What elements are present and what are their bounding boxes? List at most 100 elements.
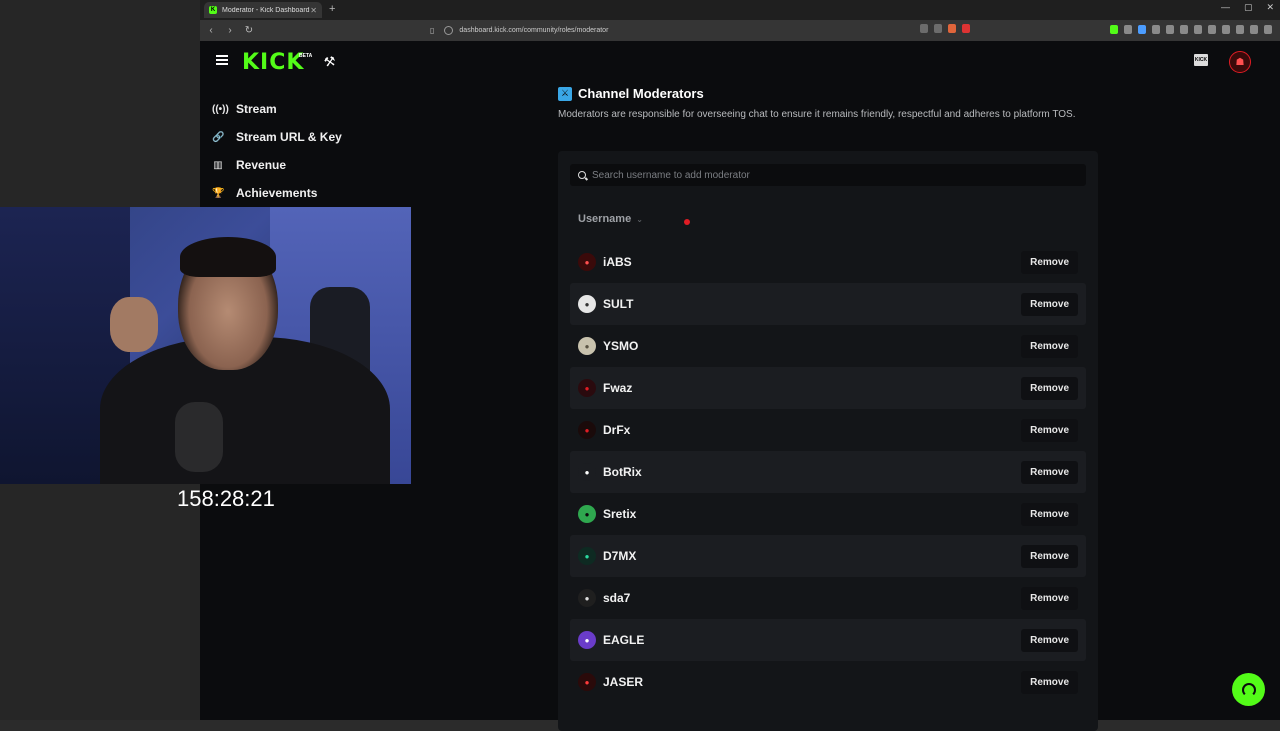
extension-icon[interactable] [1166,25,1174,34]
moderator-username[interactable]: D7MX [603,549,1021,563]
moderator-username[interactable]: BotRix [603,465,1021,479]
page-description: Moderators are responsible for overseein… [558,109,1076,120]
hammer-icon[interactable]: ⚒ [323,53,337,71]
remove-button[interactable]: Remove [1021,460,1078,484]
avatar[interactable]: ● [578,631,596,649]
table-row: ● sda7 Remove [570,577,1086,619]
moderator-username[interactable]: iABS [603,255,1021,269]
avatar[interactable]: ● [578,421,596,439]
table-row: ● YSMO Remove [570,325,1086,367]
moderators-panel: Username ⌄ ●iABSRemove●SULTRemove●YSMORe… [558,151,1098,731]
extension-icon[interactable] [1236,25,1244,34]
site-info-icon[interactable] [444,26,454,35]
sidebar-item-label: Stream URL & Key [236,130,342,144]
sidebar-item-revenue[interactable]: ▥ Revenue [212,151,392,179]
avatar[interactable]: ● [578,673,596,691]
forward-icon[interactable]: › [225,25,235,36]
url-text: dashboard.kick.com/community/roles/moder… [459,27,609,34]
table-row: ● iABS Remove [570,241,1086,283]
search-box[interactable] [570,164,1086,186]
bookmark-icon[interactable]: ▯ [430,26,434,35]
user-avatar[interactable]: ☗ [1229,51,1251,73]
moderator-sword-icon: ⚔ [558,86,572,101]
moderator-username[interactable]: Sretix [603,507,1021,521]
search-icon [578,171,586,179]
sidebar-item-achievements[interactable]: 🏆 Achievements [212,179,392,207]
avatar[interactable]: ● [578,337,596,355]
extension-icon[interactable] [1110,25,1118,34]
page-title-text: Channel Moderators [578,86,704,101]
extension-icon[interactable] [1180,25,1188,34]
remove-button[interactable]: Remove [1021,292,1078,316]
tab-title: Moderator - Kick Dashboard [222,6,310,14]
new-tab-button[interactable]: + [329,3,335,15]
top-navigation: KICK BETA ⚒ KICK ☗ [200,41,1280,85]
avatar[interactable]: ● [578,589,596,607]
back-icon[interactable]: ‹ [206,25,216,36]
extension-icon[interactable] [1124,25,1132,34]
moderator-username[interactable]: EAGLE [603,633,1021,647]
beta-badge: BETA [299,53,313,59]
remove-button[interactable]: Remove [1021,376,1078,400]
minimize-icon[interactable]: — [1221,2,1230,13]
maximize-icon[interactable]: ▢ [1244,2,1253,13]
kick-badge-icon[interactable]: KICK [1194,54,1208,66]
help-chat-button[interactable] [1232,673,1265,706]
sidebar: ((•)) Stream 🔗 Stream URL & Key ▥ Revenu… [212,95,392,207]
remove-button[interactable]: Remove [1021,334,1078,358]
moderator-username[interactable]: YSMO [603,339,1021,353]
avatar[interactable]: ● [578,253,596,271]
sidebar-item-stream-url-key[interactable]: 🔗 Stream URL & Key [212,123,392,151]
brave-shield-icon[interactable] [948,24,956,33]
page-title: ⚔ Channel Moderators [558,86,1098,101]
remove-button[interactable]: Remove [1021,250,1078,274]
remove-button[interactable]: Remove [1021,586,1078,610]
reload-icon[interactable]: ↻ [244,25,254,36]
extension-icon[interactable] [1152,25,1160,34]
broadcast-icon: ((•)) [212,103,229,115]
extension-icon[interactable] [1138,25,1146,34]
rewards-icon[interactable] [962,24,970,33]
sidebar-item-stream[interactable]: ((•)) Stream [212,95,392,123]
remove-button[interactable]: Remove [1021,544,1078,568]
moderator-username[interactable]: Fwaz [603,381,1021,395]
avatar[interactable]: ● [578,295,596,313]
tab-bar: K Moderator - Kick Dashboard ✕ + — ▢ ✕ [200,0,1280,20]
browser-tab[interactable]: K Moderator - Kick Dashboard ✕ [204,2,322,18]
avatar[interactable]: ● [578,379,596,397]
chart-icon: ▥ [213,159,223,171]
share-icon[interactable] [934,24,942,33]
table-row: ● SULT Remove [570,283,1086,325]
avatar[interactable]: ● [578,547,596,565]
username-column-header[interactable]: Username ⌄ [578,213,643,225]
avatar[interactable]: ● [578,505,596,523]
wallet-icon[interactable] [1208,25,1216,34]
stream-timer: 158:28:21 [177,486,275,511]
remove-button[interactable]: Remove [1021,628,1078,652]
url-field[interactable]: ▯ dashboard.kick.com/community/roles/mod… [430,23,990,38]
moderator-username[interactable]: JASER [603,675,1021,689]
remove-button[interactable]: Remove [1021,670,1078,694]
vpn-icon[interactable] [1250,25,1258,34]
close-tab-icon[interactable]: ✕ [310,6,317,15]
sidebar-toggle-icon[interactable] [1194,25,1202,34]
microphone [175,402,223,472]
table-row: ● Fwaz Remove [570,367,1086,409]
remove-button[interactable]: Remove [1021,418,1078,442]
hamburger-menu-icon[interactable] [216,55,228,65]
headset-icon [1241,682,1256,697]
menu-icon[interactable] [1264,25,1272,34]
avatar[interactable]: ● [578,463,596,481]
search-input[interactable] [592,169,1072,181]
table-row: ● EAGLE Remove [570,619,1086,661]
extension-icon[interactable] [1222,25,1230,34]
moderator-username[interactable]: SULT [603,297,1021,311]
kick-logo[interactable]: KICK [242,50,304,75]
moderator-username[interactable]: sda7 [603,591,1021,605]
close-window-icon[interactable]: ✕ [1266,2,1274,13]
link-icon: 🔗 [212,131,225,143]
zoom-icon[interactable] [920,24,928,33]
remove-button[interactable]: Remove [1021,502,1078,526]
sidebar-item-label: Revenue [236,158,287,172]
moderator-username[interactable]: DrFx [603,423,1021,437]
